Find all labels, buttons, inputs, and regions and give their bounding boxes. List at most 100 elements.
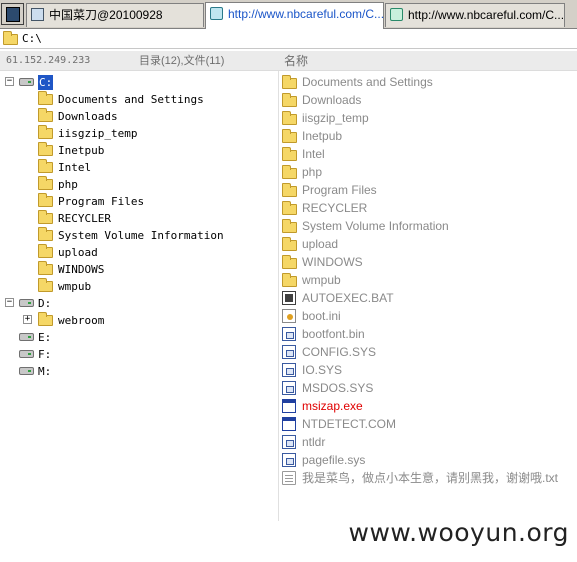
folder-icon (282, 93, 297, 107)
file-row[interactable]: ntldr (279, 433, 577, 451)
tree-drive-e[interactable]: E: (0, 329, 278, 346)
folder-icon (282, 273, 297, 287)
folder-icon (282, 219, 297, 233)
file-row[interactable]: AUTOEXEC.BAT (279, 289, 577, 307)
file-row[interactable]: pagefile.sys (279, 451, 577, 469)
tree-folder-item[interactable]: + webroom (0, 312, 278, 329)
tree-drive-label: E: (38, 331, 52, 344)
file-row[interactable]: NTDETECT.COM (279, 415, 577, 433)
file-name: bootfont.bin (302, 327, 365, 341)
file-row[interactable]: msizap.exe (279, 397, 577, 415)
tree-folder-item[interactable]: WINDOWS (0, 261, 278, 278)
file-name: ntldr (302, 435, 326, 449)
tree-folder-item[interactable]: Inetpub (0, 142, 278, 159)
folder-row[interactable]: wmpub (279, 271, 577, 289)
tab-url-2[interactable]: http://www.nbcareful.com/C... (385, 3, 565, 27)
tree-folder-label: iisgzip_temp (58, 127, 138, 140)
folder-row[interactable]: php (279, 163, 577, 181)
tree-folder-item[interactable]: Program Files (0, 193, 278, 210)
folder-icon (282, 129, 297, 143)
file-name: php (302, 165, 323, 179)
tree-folder-label: Documents and Settings (58, 93, 204, 106)
folder-row[interactable]: Intel (279, 145, 577, 163)
tab-label: 中国菜刀@20100928 (49, 8, 163, 22)
file-row[interactable]: IO.SYS (279, 361, 577, 379)
file-name: IO.SYS (302, 363, 343, 377)
folder-icon (282, 237, 297, 251)
file-name: System Volume Information (302, 219, 449, 233)
tree-folder-item[interactable]: wmpub (0, 278, 278, 295)
sys-file-icon (282, 345, 296, 359)
tree-drive-c[interactable]: − C: (0, 74, 278, 91)
exe-file-icon (282, 399, 296, 413)
tree-folder-label: Program Files (58, 195, 145, 208)
tab-label: http://www.nbcareful.com/C... (408, 8, 565, 22)
file-name: Intel (302, 147, 325, 161)
tree-folder-label: php (58, 178, 78, 191)
file-row[interactable]: CONFIG.SYS (279, 343, 577, 361)
folder-row[interactable]: Inetpub (279, 127, 577, 145)
tree-folder-item[interactable]: Intel (0, 159, 278, 176)
file-row[interactable]: bootfont.bin (279, 325, 577, 343)
collapse-toggle[interactable]: − (5, 298, 14, 307)
tree-folder-item[interactable]: RECYCLER (0, 210, 278, 227)
folder-icon (38, 244, 53, 258)
ie-icon (390, 8, 403, 21)
tree-drive-label: M: (38, 365, 52, 378)
exe-file-icon (282, 417, 296, 431)
folder-icon (38, 176, 53, 190)
folder-row[interactable]: Documents and Settings (279, 73, 577, 91)
tree-folder-item[interactable]: upload (0, 244, 278, 261)
tree-folder-item[interactable]: Downloads (0, 108, 278, 125)
file-row[interactable]: MSDOS.SYS (279, 379, 577, 397)
tree-folder-item[interactable]: System Volume Information (0, 227, 278, 244)
file-name: RECYCLER (302, 201, 368, 215)
tree-drive-label: F: (38, 348, 52, 361)
folder-row[interactable]: upload (279, 235, 577, 253)
file-name: wmpub (302, 273, 341, 287)
tree-folder-label: RECYCLER (58, 212, 111, 225)
tree-drive-label: D: (38, 297, 52, 310)
file-name: CONFIG.SYS (302, 345, 377, 359)
tree-folder-item[interactable]: php (0, 176, 278, 193)
folder-icon (38, 159, 53, 173)
folder-icon (282, 201, 297, 215)
file-name: msizap.exe (302, 399, 363, 413)
folder-icon (282, 111, 297, 125)
tree-folder-item[interactable]: Documents and Settings (0, 91, 278, 108)
folder-row[interactable]: RECYCLER (279, 199, 577, 217)
file-name: pagefile.sys (302, 453, 366, 467)
tree-drive-f[interactable]: F: (0, 346, 278, 363)
file-row[interactable]: boot.ini (279, 307, 577, 325)
file-name: Inetpub (302, 129, 343, 143)
server-ip: 61.152.249.233 (6, 55, 91, 66)
expand-toggle[interactable]: + (23, 315, 32, 324)
app-menu-button[interactable] (1, 3, 24, 25)
tab-main[interactable]: 中国菜刀@20100928 (26, 3, 204, 27)
folder-row[interactable]: Downloads (279, 91, 577, 109)
tree-folder-label: wmpub (58, 280, 92, 293)
tab-label: http://www.nbcareful.com/C... (228, 7, 384, 21)
folder-row[interactable]: WINDOWS (279, 253, 577, 271)
ini-file-icon (282, 309, 296, 323)
tree-drive-m[interactable]: M: (0, 363, 278, 380)
drive-icon (19, 367, 34, 375)
column-header-bar: 61.152.249.233 目录(12),文件(11) 名称 (0, 51, 577, 71)
folder-row[interactable]: Program Files (279, 181, 577, 199)
drive-icon (19, 333, 34, 341)
tab-url-1[interactable]: http://www.nbcareful.com/C... (205, 2, 384, 29)
drive-icon (19, 299, 34, 307)
file-row[interactable]: 我是菜鸟，做点小本生意，请别黑我，谢谢哦.txt (279, 469, 577, 487)
tree-folder-item[interactable]: iisgzip_temp (0, 125, 278, 142)
sys-file-icon (282, 453, 296, 467)
folder-row[interactable]: iisgzip_temp (279, 109, 577, 127)
address-bar[interactable]: C:\ (0, 29, 577, 49)
tree-drive-d[interactable]: − D: (0, 295, 278, 312)
folder-row[interactable]: System Volume Information (279, 217, 577, 235)
name-column-header[interactable]: 名称 (284, 51, 308, 71)
tree-folder-label: System Volume Information (58, 229, 224, 242)
file-name: iisgzip_temp (302, 111, 369, 125)
file-name: 我是菜鸟，做点小本生意，请别黑我，谢谢哦.txt (302, 471, 559, 485)
collapse-toggle[interactable]: − (5, 77, 14, 86)
app-icon (6, 7, 20, 22)
